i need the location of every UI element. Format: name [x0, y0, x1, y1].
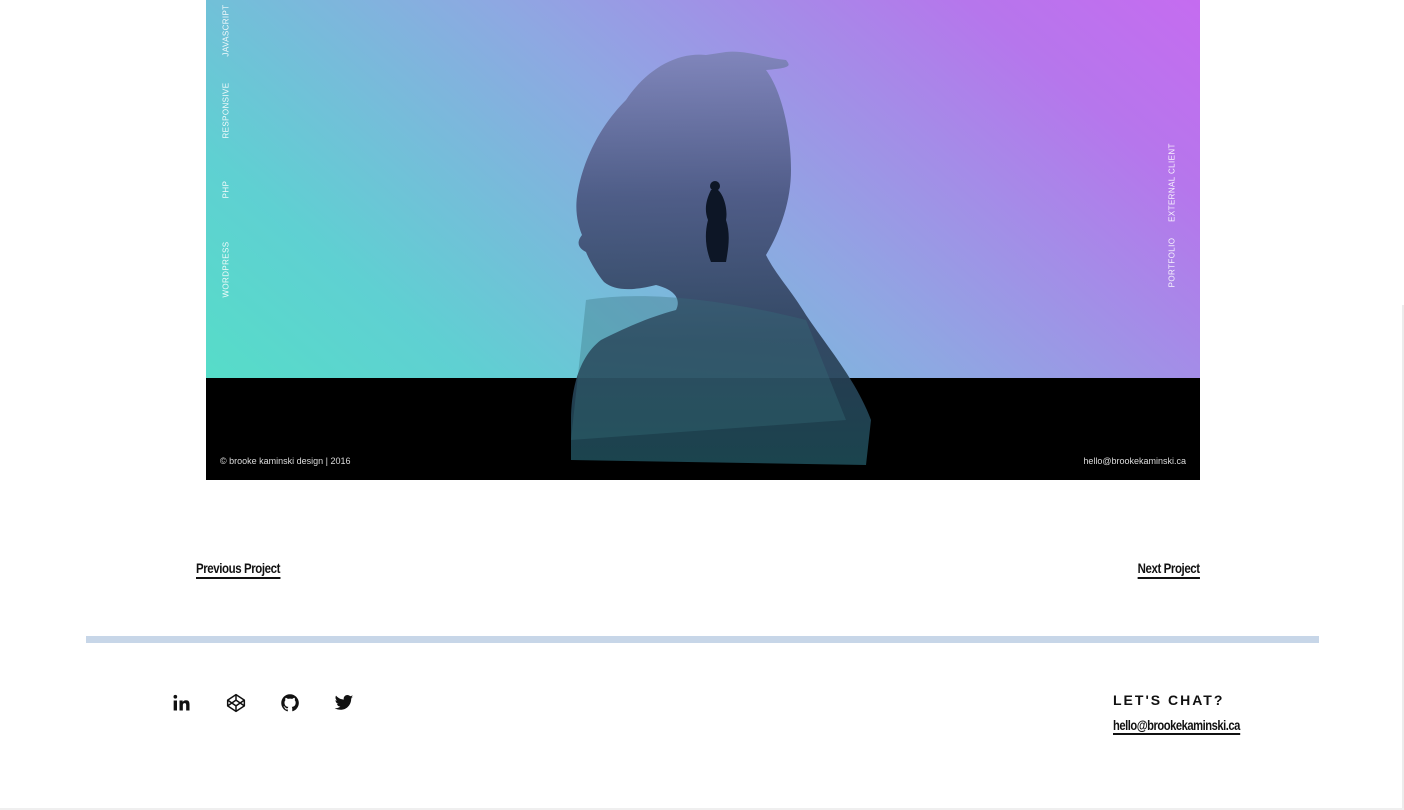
tag-javascript: JavaScript — [221, 4, 231, 57]
next-project-link[interactable]: Next Project — [1137, 560, 1200, 579]
linkedin-icon — [173, 694, 190, 711]
lets-chat-heading: LET'S CHAT? — [1113, 692, 1225, 708]
twitter-icon — [334, 695, 354, 710]
silhouette-portrait-illustration — [571, 51, 871, 465]
page: JavaScript Responsive PHP WordPress Exte… — [0, 0, 1404, 810]
tag-portfolio: Portfolio — [1167, 237, 1177, 288]
tag-php: PHP — [221, 180, 231, 199]
project-hero-image: JavaScript Responsive PHP WordPress Exte… — [206, 0, 1200, 480]
github-icon — [281, 694, 299, 712]
tag-external-client: External Client — [1167, 143, 1177, 222]
previous-project-link[interactable]: Previous Project — [196, 560, 280, 579]
linkedin-link[interactable] — [171, 692, 193, 714]
hero-email: hello@brookekaminski.ca — [1083, 456, 1186, 466]
contact-email-link[interactable]: hello@brookekaminski.ca — [1113, 717, 1240, 735]
codepen-icon — [226, 693, 246, 713]
footer-divider — [86, 636, 1319, 643]
tag-responsive: Responsive — [221, 82, 231, 139]
github-link[interactable] — [279, 692, 301, 714]
tag-wordpress: WordPress — [221, 241, 231, 298]
hero-copyright: © brooke kaminski design | 2016 — [220, 456, 351, 466]
codepen-link[interactable] — [225, 692, 247, 714]
twitter-link[interactable] — [333, 692, 355, 714]
